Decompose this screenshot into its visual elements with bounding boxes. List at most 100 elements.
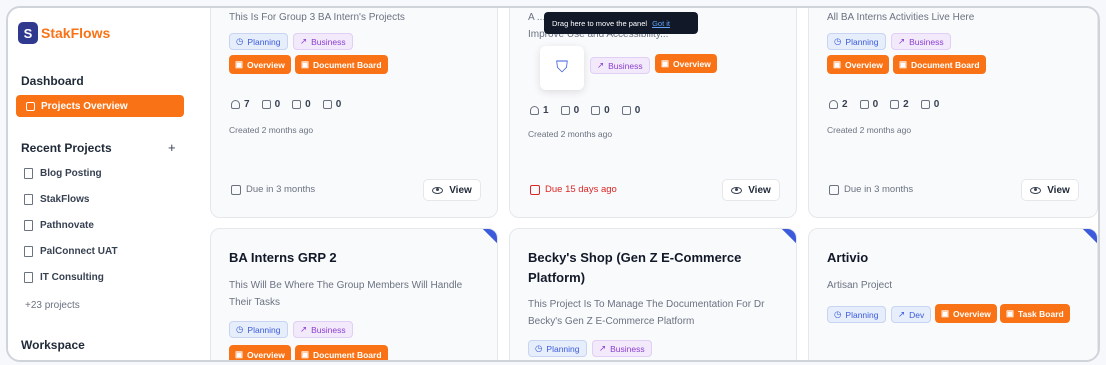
- sidebar-project-label: PalConnect UAT: [40, 246, 118, 257]
- sidebar-project[interactable]: Blog Posting: [24, 168, 102, 179]
- created-date: Created 2 months ago: [528, 129, 613, 139]
- document-board-button[interactable]: ▣ Document Board: [295, 55, 388, 74]
- tag-label: Dev: [909, 309, 925, 320]
- add-project-icon[interactable]: +: [168, 140, 176, 155]
- calendar-icon: [829, 184, 839, 195]
- planning-icon: ◷: [535, 343, 543, 353]
- document-icon: [24, 168, 33, 179]
- project-card[interactable]: Artivio Artisan Project ◷ Planning ↗ Dev ▣…: [808, 228, 1098, 360]
- button-label: View: [1047, 184, 1070, 196]
- got-it-link[interactable]: Got it: [652, 19, 670, 28]
- corner-ribbon: [781, 229, 796, 244]
- overview-button[interactable]: ▣ Overview: [655, 54, 717, 73]
- project-title-line1[interactable]: Becky's Shop (Gen Z E-Commerce: [528, 248, 741, 268]
- sidebar-project-label: StakFlows: [40, 194, 90, 205]
- project-card[interactable]: BA Interns GRP 2 This Will Be Where The …: [210, 228, 498, 360]
- document-board-button[interactable]: ▣ Document Board: [295, 345, 388, 360]
- overview-button[interactable]: ▣ Overview: [229, 55, 291, 74]
- stat-value: 0: [305, 99, 311, 110]
- tag-dev: ↗ Dev: [891, 306, 932, 323]
- created-date: Created 2 months ago: [827, 125, 912, 135]
- overview-icon: ▣: [661, 58, 670, 68]
- overview-button[interactable]: ▣ Overview: [827, 55, 889, 74]
- trend-icon: ↗: [597, 60, 605, 70]
- calendar-icon: [231, 184, 241, 195]
- project-card[interactable]: All BA Interns Activities Live Here ◷ Pla…: [808, 8, 1098, 218]
- stat-value: 1: [543, 105, 549, 116]
- document-board-button[interactable]: ▣ Document Board: [893, 55, 986, 74]
- project-card[interactable]: A ... Website To Improve Use and Accessi…: [509, 8, 797, 218]
- board-icon: ▣: [301, 59, 310, 69]
- task-board-button[interactable]: ▣ Task Board: [1000, 304, 1070, 323]
- tag-planning: ◷ Planning: [229, 33, 288, 50]
- view-button[interactable]: View: [423, 179, 481, 201]
- corner-ribbon: [482, 229, 497, 244]
- project-description: All BA Interns Activities Live Here: [827, 12, 975, 23]
- project-card[interactable]: This Is For Group 3 BA Intern's Projects…: [210, 8, 498, 218]
- tag-business: ↗ Business: [891, 33, 951, 50]
- document-icon: [24, 220, 33, 231]
- sidebar-project[interactable]: Pathnovate: [24, 220, 94, 231]
- tag-business: ↗ Business: [592, 340, 652, 357]
- tooltip-text: Drag here to move the panel: [552, 18, 648, 28]
- planning-icon: ◷: [834, 309, 842, 319]
- tag-label: Business: [608, 60, 643, 71]
- trend-icon: ↗: [300, 36, 308, 46]
- project-title-line2[interactable]: Platform): [528, 268, 585, 288]
- dashboard-heading: Dashboard: [21, 74, 84, 88]
- sidebar-project[interactable]: IT Consulting: [24, 272, 104, 283]
- button-label: Document Board: [313, 349, 382, 360]
- project-stats: 1 0 0 0: [530, 105, 640, 116]
- view-button[interactable]: View: [722, 179, 780, 201]
- stat-value: 7: [244, 99, 250, 110]
- due-label: Due in 3 months: [844, 184, 914, 195]
- tag-business: ↗ Business: [590, 57, 650, 74]
- app-window: S StakFlows Dashboard Projects Overview …: [6, 6, 1100, 362]
- project-title[interactable]: BA Interns GRP 2: [229, 248, 337, 268]
- button-label: Overview: [247, 349, 285, 360]
- comments-stat: 0: [621, 105, 641, 116]
- tag-label: Business: [311, 324, 346, 335]
- floating-filter-panel[interactable]: ⛉: [540, 46, 584, 90]
- comment-icon: [322, 100, 332, 109]
- button-label: Overview: [673, 58, 711, 69]
- more-projects-link[interactable]: +23 projects: [25, 300, 80, 311]
- button-label: Overview: [845, 59, 883, 70]
- eye-icon: [1030, 186, 1042, 194]
- workspace-heading: Workspace: [21, 338, 85, 352]
- button-label: Document Board: [911, 59, 980, 70]
- overview-icon: ▣: [235, 349, 244, 359]
- tag-label: Planning: [845, 309, 879, 320]
- stat-value: 0: [634, 105, 641, 116]
- sidebar-item-label: Projects Overview: [41, 100, 128, 112]
- project-title[interactable]: Artivio: [827, 248, 868, 268]
- project-description-line1: This Project Is To Manage The Documentat…: [528, 299, 765, 310]
- tag-label: Planning: [247, 324, 281, 335]
- eye-icon: [432, 186, 444, 194]
- tag-planning: ◷ Planning: [827, 33, 886, 50]
- corner-ribbon: [1082, 229, 1097, 244]
- planning-icon: ◷: [236, 36, 244, 46]
- logo[interactable]: S StakFlows: [18, 22, 110, 44]
- sidebar-project-label: Blog Posting: [40, 168, 102, 179]
- brand-name: StakFlows: [41, 25, 111, 41]
- sidebar-project-label: Pathnovate: [40, 220, 94, 231]
- trend-icon: ↗: [898, 309, 906, 319]
- button-label: View: [449, 184, 472, 196]
- overview-button[interactable]: ▣ Overview: [229, 345, 291, 360]
- filter-icon: ⛉: [555, 59, 568, 76]
- user-icon: [829, 100, 838, 109]
- project-description: This Is For Group 3 BA Intern's Projects: [229, 12, 405, 23]
- sidebar-project[interactable]: StakFlows: [24, 194, 89, 205]
- sidebar-project[interactable]: PalConnect UAT: [24, 246, 118, 257]
- overview-button[interactable]: ▣ Overview: [935, 304, 997, 323]
- stat-value: 2: [903, 99, 909, 110]
- view-button[interactable]: View: [1021, 179, 1079, 201]
- overview-icon: ▣: [941, 308, 950, 318]
- button-label: Task Board: [1018, 308, 1064, 319]
- project-card[interactable]: Becky's Shop (Gen Z E-Commerce Platform)…: [509, 228, 797, 360]
- due-date: Due in 3 months: [829, 184, 913, 195]
- button-label: Overview: [953, 308, 991, 319]
- project-description-line2: Becky's Gen Z E-Commerce Platform: [528, 316, 695, 327]
- sidebar-item-projects-overview[interactable]: Projects Overview: [16, 95, 184, 117]
